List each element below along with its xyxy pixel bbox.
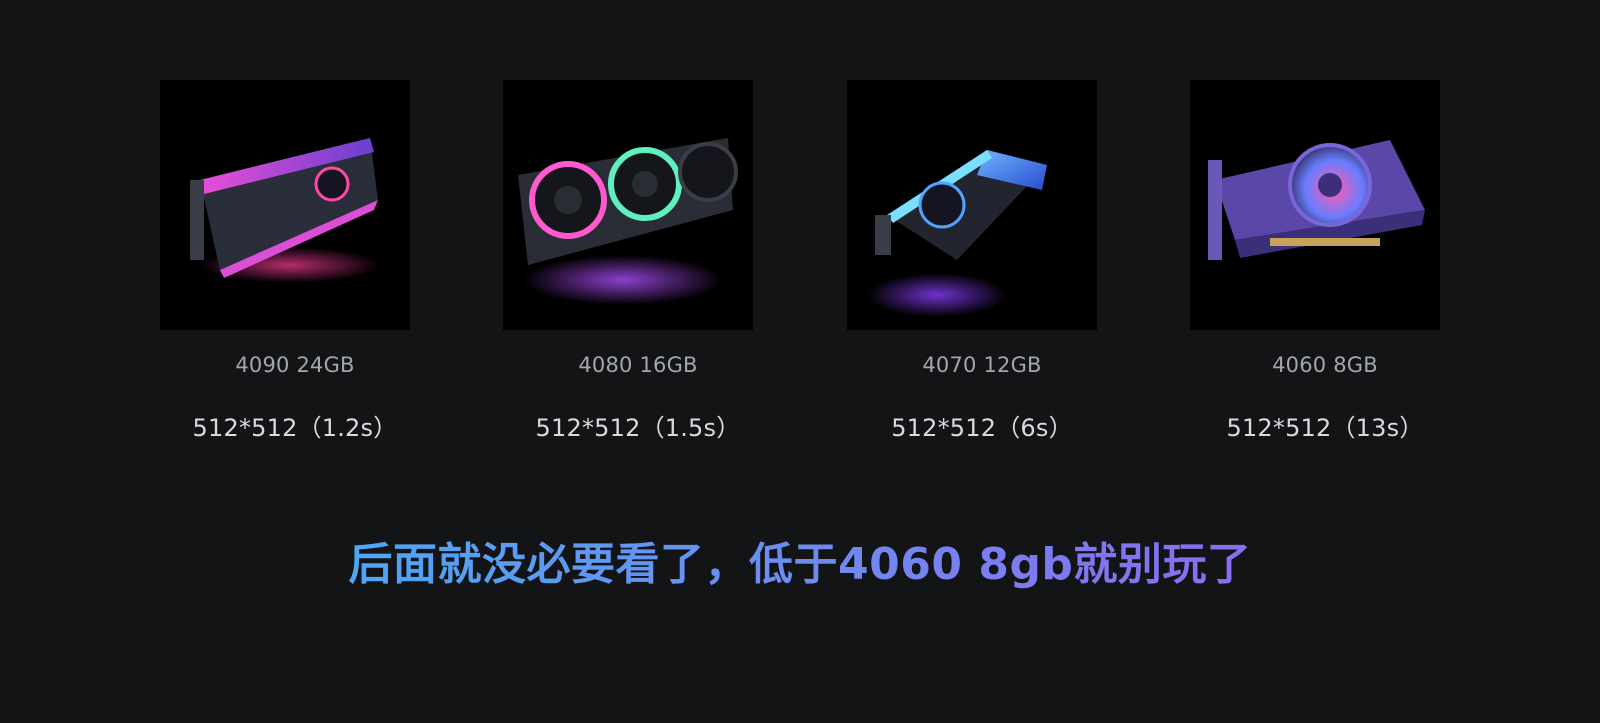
graphics-card-icon xyxy=(847,80,1097,330)
gpu-card-4060: 4060 8GB 512*512（13s） xyxy=(1190,80,1440,442)
gpu-model-label: 4080 16GB xyxy=(578,353,698,377)
gpu-image-4070 xyxy=(847,80,1097,330)
gpu-model-label: 4090 24GB xyxy=(235,353,355,377)
gpu-image-4080 xyxy=(503,80,753,330)
gpu-image-4060 xyxy=(1190,80,1440,330)
gpu-model-label: 4070 12GB xyxy=(922,353,1042,377)
gpu-timing-label: 512*512（6s） xyxy=(891,414,1073,442)
gpu-card-4080: 4080 16GB 512*512（1.5s） xyxy=(503,80,753,442)
slide: 4090 24GB 512*512（1.2s） 4080 16GB 512*51… xyxy=(0,0,1600,723)
gpu-timing-label: 512*512（13s） xyxy=(1226,414,1424,442)
graphics-card-icon xyxy=(503,80,753,330)
gpu-image-4090 xyxy=(160,80,410,330)
conclusion-text: 后面就没必要看了，低于4060 8gb就别玩了 xyxy=(348,539,1252,590)
gpu-card-4070: 4070 12GB 512*512（6s） xyxy=(847,80,1097,442)
graphics-card-icon xyxy=(160,80,410,330)
gpu-timing-label: 512*512（1.5s） xyxy=(535,414,741,442)
conclusion-banner: 后面就没必要看了，低于4060 8gb就别玩了 xyxy=(0,528,1600,592)
graphics-card-icon xyxy=(1190,80,1440,330)
gpu-card-4090: 4090 24GB 512*512（1.2s） xyxy=(160,80,410,442)
gpu-model-label: 4060 8GB xyxy=(1272,353,1378,377)
gpu-timing-label: 512*512（1.2s） xyxy=(192,414,398,442)
